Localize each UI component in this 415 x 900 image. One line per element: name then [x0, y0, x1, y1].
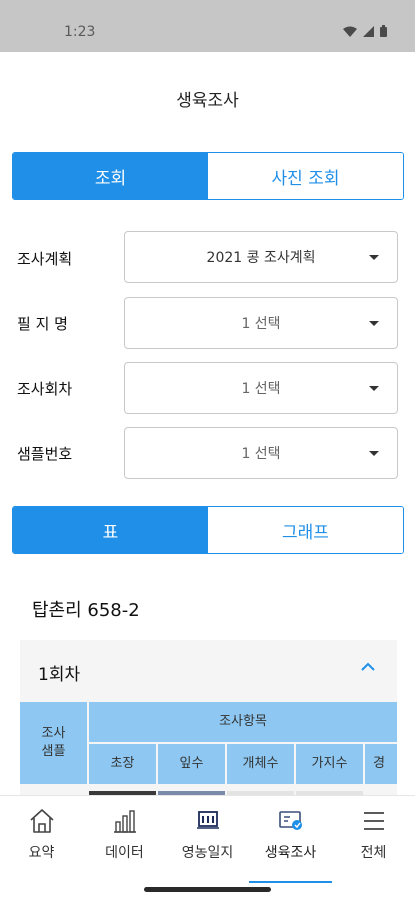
table-row-header: 조사 샘플 [20, 702, 87, 784]
sample-select-value: 1 선택 [241, 446, 281, 462]
table-column-header: 개체수 [227, 744, 294, 784]
round-title: 1회차 [38, 665, 81, 685]
round-select-value: 1 선택 [241, 381, 281, 397]
wifi-icon [343, 26, 357, 37]
signal-icon [363, 25, 374, 37]
tab-growth-survey[interactable]: 생육조사 [249, 796, 332, 884]
status-icons [343, 25, 387, 37]
filter-label-sample: 샘플번호 [17, 445, 73, 463]
tab-all[interactable]: 전체 [332, 796, 415, 884]
tab-label: 데이터 [105, 845, 144, 861]
menu-icon [363, 812, 384, 830]
bottom-tab-bar: 요약 데이터 영농일지 생육조사 전체 [0, 795, 415, 884]
round-select[interactable]: 1 선택 [124, 362, 398, 414]
tab-label: 전체 [360, 845, 387, 861]
table-group-header: 조사항목 [89, 702, 397, 742]
table-column-header: 초장 [89, 744, 156, 784]
status-time: 1:23 [64, 24, 96, 40]
display-graph-button[interactable]: 그래프 [208, 507, 403, 553]
view-toggle: 조회 사진 조회 [12, 152, 404, 200]
sample-select[interactable]: 1 선택 [124, 427, 398, 479]
plan-select[interactable]: 2021 콩 조사계획 [124, 231, 398, 283]
page-title: 생육조사 [176, 91, 239, 111]
bar-chart-icon [113, 810, 136, 833]
dropdown-arrow-icon [369, 255, 379, 260]
dropdown-arrow-icon [369, 386, 379, 391]
table-column-header: 잎수 [158, 744, 225, 784]
view-toggle-query-button[interactable]: 조회 [13, 153, 208, 199]
battery-icon [380, 25, 387, 37]
table-column-header: 가지수 [296, 744, 363, 784]
dropdown-arrow-icon [369, 321, 379, 326]
dropdown-arrow-icon [369, 451, 379, 456]
chevron-up-icon[interactable] [361, 662, 375, 671]
plan-select-value: 2021 콩 조사계획 [206, 250, 316, 266]
filter-label-field: 필 지 명 [17, 315, 68, 333]
filter-label-plan: 조사계획 [17, 250, 73, 268]
filter-label-round: 조사회차 [17, 380, 73, 398]
home-gesture-handle[interactable] [144, 887, 271, 892]
display-table-button[interactable]: 표 [13, 507, 208, 553]
round-card-header[interactable]: 1회차 [20, 640, 397, 702]
tab-label: 영농일지 [181, 845, 234, 861]
tab-farm-journal[interactable]: 영농일지 [166, 796, 249, 884]
journal-icon [196, 811, 219, 829]
location-title: 탑촌리 658-2 [32, 600, 140, 621]
system-navigation-bar [0, 883, 415, 900]
tab-label: 생육조사 [264, 845, 317, 861]
tab-summary[interactable]: 요약 [0, 796, 83, 884]
home-icon [29, 809, 54, 833]
status-bar: 1:23 [0, 0, 415, 52]
display-toggle: 표 그래프 [12, 506, 404, 554]
tab-data[interactable]: 데이터 [83, 796, 166, 884]
tab-label: 요약 [28, 845, 55, 861]
survey-icon [278, 811, 302, 830]
survey-table: 조사 샘플 조사항목 초장 잎수 개체수 가지수 경 [20, 702, 397, 795]
view-toggle-photo-button[interactable]: 사진 조회 [208, 153, 403, 199]
field-select-value: 1 선택 [241, 316, 281, 332]
field-select[interactable]: 1 선택 [124, 297, 398, 349]
table-column-header: 경 [365, 744, 397, 784]
